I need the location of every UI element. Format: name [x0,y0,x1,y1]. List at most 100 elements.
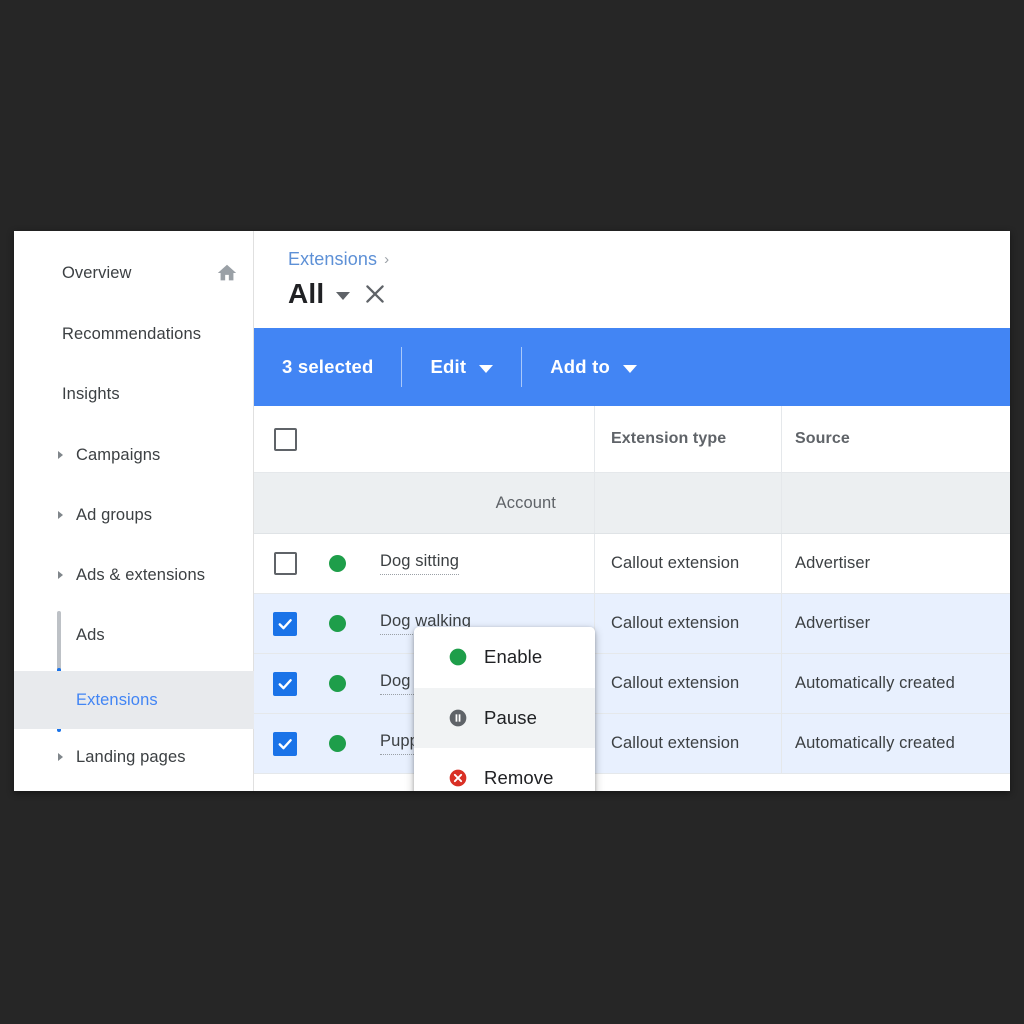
sidebar-item-recommendations[interactable]: Recommendations [14,310,254,358]
row-checkbox[interactable] [273,552,297,575]
menu-item-label: Remove [484,767,554,789]
sidebar-item-extensions[interactable]: Extensions [14,671,254,729]
sidebar-item-ads[interactable]: Ads [14,611,254,659]
add-to-menu-button[interactable]: Add to [522,328,665,406]
extension-type: Callout extension [611,554,740,572]
extension-name[interactable]: Dog sitting [380,552,460,575]
table-row[interactable]: Dog walking Callout extension Advertiser [254,594,1010,654]
remove-circle-icon [448,768,468,788]
extension-source: Automatically created [795,674,955,692]
row-source-cell: Automatically created [782,714,1010,773]
summary-label-cell: Account [358,473,595,533]
select-all-cell [254,406,316,472]
row-name-cell: Dog sitting [358,534,595,593]
column-header-label: Source [795,430,850,447]
row-type-cell: Callout extension [595,654,782,713]
menu-item-enable[interactable]: Enable [414,627,595,688]
name-header-cell [358,406,595,472]
extension-type: Callout extension [611,674,740,692]
extension-type-header-cell[interactable]: Extension type [595,406,782,472]
chevron-right-icon: › [384,250,390,268]
summary-check-cell [254,473,316,533]
extension-source: Advertiser [795,554,871,572]
edit-button-label: Edit [430,356,467,377]
chevron-down-icon [479,364,494,373]
sidebar-item-label: Ads & extensions [76,565,206,584]
row-status-cell [316,714,358,773]
status-enabled-icon [328,735,346,752]
chevron-down-icon[interactable] [336,292,351,300]
extension-type: Callout extension [611,614,740,632]
sidebar-item-label: Recommendations [62,324,202,343]
source-header-cell[interactable]: Source [782,406,1010,472]
summary-source-cell [782,473,1010,533]
sidebar-item-campaigns[interactable]: Campaigns [14,431,254,479]
menu-item-remove[interactable]: Remove [414,748,595,791]
row-status-cell [316,654,358,713]
row-status-cell [316,594,358,653]
chevron-right-icon [58,753,63,761]
sidebar-item-overview[interactable]: Overview [14,249,254,297]
column-header-label: Extension type [611,430,727,447]
sidebar-item-label: Insights [62,384,120,403]
account-label: Account [495,493,556,512]
status-enabled-icon [328,675,346,692]
menu-item-pause[interactable]: Pause [414,687,595,749]
sidebar-item-label: Campaigns [76,445,161,464]
extension-source: Advertiser [795,614,871,632]
summary-status-cell [316,473,358,533]
row-checkbox[interactable] [273,731,297,756]
add-to-button-label: Add to [550,356,610,377]
menu-item-label: Pause [484,706,537,728]
chevron-right-icon [58,571,63,579]
sidebar-item-insights[interactable]: Insights [14,370,254,418]
app-panel: Overview Recommendations Insights Campai… [14,231,1010,791]
main-content: Extensions › All 3 selected Edit Add to … [254,231,1010,791]
row-status-cell [316,534,358,593]
status-header-cell [316,406,358,472]
row-type-cell: Callout extension [595,594,782,653]
enable-circle-icon [448,647,468,667]
chevron-right-icon [58,451,63,459]
menu-item-label: Enable [484,646,543,668]
extension-type: Callout extension [611,734,740,752]
row-checkbox-cell [254,594,316,653]
row-source-cell: Automatically created [782,654,1010,713]
select-all-checkbox[interactable] [273,427,297,451]
row-checkbox-cell [254,654,316,713]
breadcrumb-link-extensions[interactable]: Extensions [288,249,377,270]
sidebar-item-ads-and-extensions[interactable]: Ads & extensions [14,551,254,599]
status-enabled-icon [328,615,346,632]
selection-count-label: 3 selected [282,356,374,377]
edit-dropdown-menu: Enable Pause Remove [414,627,595,791]
edit-menu-button[interactable]: Edit [402,328,521,406]
home-icon [216,262,238,284]
summary-type-cell [595,473,782,533]
chevron-down-icon [623,364,637,373]
pause-circle-icon [448,708,468,728]
page-header: Extensions › All [254,231,1010,327]
status-enabled-icon [328,555,346,572]
table-header-row: Extension type Source [254,406,1010,473]
sidebar-item-ad-groups[interactable]: Ad groups [14,491,254,539]
sidebar: Overview Recommendations Insights Campai… [14,231,254,791]
sidebar-item-landing-pages[interactable]: Landing pages [14,733,254,781]
row-checkbox[interactable] [273,671,297,696]
chevron-right-icon [58,511,63,519]
sidebar-item-label: Ads [76,625,105,644]
screen: Overview Recommendations Insights Campai… [0,0,1024,1024]
page-title: All [288,278,325,309]
row-checkbox[interactable] [273,611,297,636]
sidebar-item-label: Extensions [76,690,158,709]
row-source-cell: Advertiser [782,594,1010,653]
table-row[interactable]: Dog training Callout extension Automatic… [254,654,1010,714]
sidebar-item-label: Ad groups [76,505,153,524]
row-type-cell: Callout extension [595,534,782,593]
account-summary-row: Account [254,473,1010,534]
page-title-row: All [288,277,1010,311]
close-icon[interactable] [362,281,388,307]
sidebar-item-label: Overview [62,263,132,282]
table-row[interactable]: Dog sitting Callout extension Advertiser [254,534,1010,594]
breadcrumb: Extensions › [288,247,1010,271]
table-row[interactable]: Puppy school Callout extension Automatic… [254,714,1010,774]
